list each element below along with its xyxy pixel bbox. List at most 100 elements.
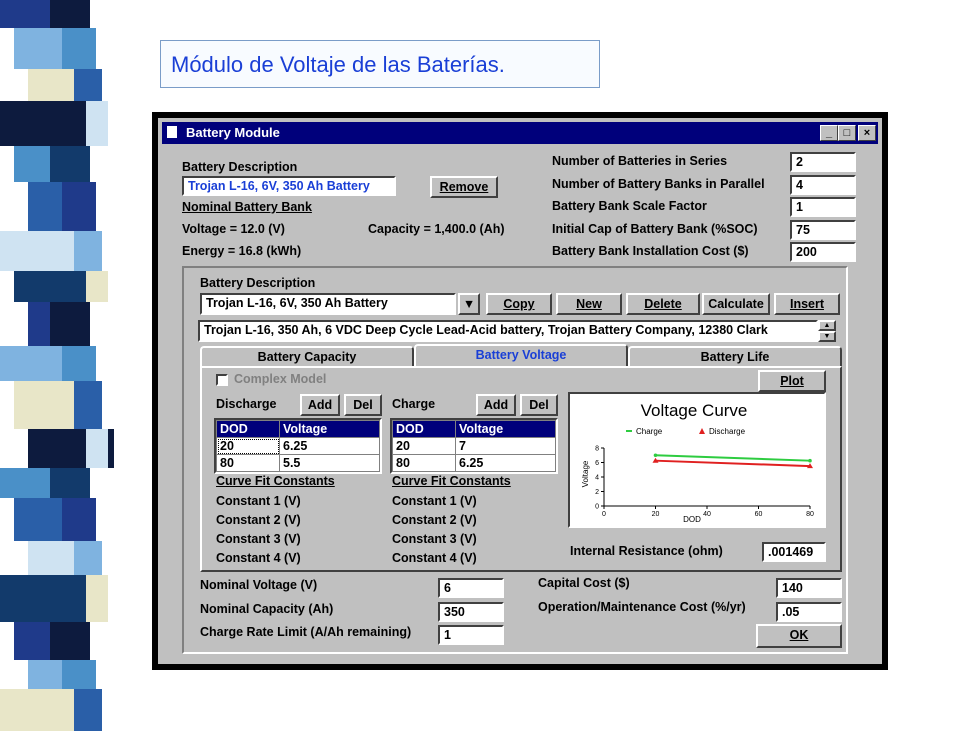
scale-factor-label: Battery Bank Scale Factor xyxy=(552,199,707,213)
table-row[interactable]: 80 6.25 xyxy=(392,454,556,472)
om-cost-label: Operation/Maintenance Cost (%/yr) xyxy=(538,600,746,614)
initial-cap-label: Initial Cap of Battery Bank (%SOC) xyxy=(552,222,758,236)
insert-button[interactable]: Insert xyxy=(774,293,840,315)
stripe-block xyxy=(0,101,86,146)
stripe-block xyxy=(62,660,96,689)
ok-button[interactable]: OK xyxy=(756,624,842,648)
charge-cell[interactable]: 6.25 xyxy=(455,454,556,472)
batteries-series-field[interactable]: 2 xyxy=(790,152,856,172)
charge-cell[interactable]: 80 xyxy=(392,454,456,472)
x-tick-label: 0 xyxy=(602,511,606,518)
initial-cap-field[interactable]: 75 xyxy=(790,220,856,240)
charge-add-button[interactable]: Add xyxy=(476,394,516,416)
data-point-charge xyxy=(808,458,812,463)
charge-table[interactable]: DOD Voltage 20 7 80 6.25 xyxy=(390,418,558,474)
copy-button[interactable]: Copy xyxy=(486,293,552,315)
window-titlebar[interactable]: Battery Module _ □ × xyxy=(162,122,878,144)
nominal-voltage-field[interactable]: 6 xyxy=(438,578,504,598)
chart-legend: Charge Discharge xyxy=(626,427,746,436)
combo-dropdown-button[interactable]: ▼ xyxy=(458,293,480,315)
new-button-label: New xyxy=(576,297,602,311)
installation-cost-field[interactable]: 200 xyxy=(790,242,856,262)
delete-button-label: Delete xyxy=(644,297,682,311)
x-tick-label: 20 xyxy=(652,511,660,518)
scroll-up-button[interactable]: ▲ xyxy=(818,320,836,331)
battery-long-description-field[interactable]: Trojan L-16, 350 Ah, 6 VDC Deep Cycle Le… xyxy=(198,320,818,342)
charge-constant-3: Constant 3 (V) xyxy=(392,532,477,546)
discharge-cell[interactable]: 6.25 xyxy=(279,437,380,455)
close-button[interactable]: × xyxy=(858,125,876,141)
capital-cost-label: Capital Cost ($) xyxy=(538,576,630,590)
tab-battery-capacity[interactable]: Battery Capacity xyxy=(200,346,414,368)
discharge-cell[interactable]: 5.5 xyxy=(279,454,380,472)
y-tick-label: 2 xyxy=(595,489,599,496)
series-line-discharge xyxy=(655,459,811,468)
charge-del-button[interactable]: Del xyxy=(520,394,558,416)
nominal-capacity-field[interactable]: 350 xyxy=(438,602,504,622)
charge-constant-4: Constant 4 (V) xyxy=(392,551,477,565)
table-row[interactable]: 80 5.5 xyxy=(216,454,380,472)
remove-button[interactable]: Remove xyxy=(430,176,498,198)
nominal-battery-bank-label: Nominal Battery Bank xyxy=(182,200,312,214)
legend-discharge-swatch xyxy=(699,428,705,434)
chevron-down-icon: ▼ xyxy=(462,297,476,311)
discharge-add-label: Add xyxy=(307,398,333,412)
stripe-block xyxy=(0,346,62,381)
charge-cell[interactable]: 20 xyxy=(392,437,456,455)
plot-button[interactable]: Plot xyxy=(758,370,826,392)
table-row[interactable]: 20 6.25 xyxy=(216,437,380,455)
internal-resistance-field[interactable]: .001469 xyxy=(762,542,826,562)
chart-title: Voltage Curve xyxy=(641,401,748,420)
stripe-block xyxy=(0,0,50,28)
minimize-button[interactable]: _ xyxy=(820,125,838,141)
series-line-charge xyxy=(655,454,811,462)
discharge-constant-4: Constant 4 (V) xyxy=(216,551,301,565)
discharge-curve-fit-label: Curve Fit Constants xyxy=(216,474,335,488)
stripe-block xyxy=(0,689,74,731)
window-title: Battery Module xyxy=(186,125,280,140)
remove-button-label: Remove xyxy=(439,180,489,194)
complex-model-label: Complex Model xyxy=(234,372,327,386)
copy-button-label: Copy xyxy=(503,297,535,311)
discharge-cell[interactable]: 80 xyxy=(216,454,280,472)
stripe-block xyxy=(0,575,86,622)
battery-combo-field[interactable]: Trojan L-16, 6V, 350 Ah Battery xyxy=(200,293,456,315)
stripe-block xyxy=(0,468,50,498)
discharge-del-label: Del xyxy=(353,398,373,412)
legend-discharge-label: Discharge xyxy=(709,427,746,436)
capacity-text: Capacity = 1,400.0 (Ah) xyxy=(368,222,505,236)
stripe-block xyxy=(62,28,96,69)
scale-factor-field[interactable]: 1 xyxy=(790,197,856,217)
discharge-del-button[interactable]: Del xyxy=(344,394,382,416)
delete-button[interactable]: Delete xyxy=(626,293,700,315)
discharge-table[interactable]: DOD Voltage 20 6.25 80 5.5 xyxy=(214,418,382,474)
calculate-button[interactable]: Calculate xyxy=(702,293,770,315)
maximize-button[interactable]: □ xyxy=(838,125,856,141)
battery-description-field[interactable]: Trojan L-16, 6V, 350 Ah Battery xyxy=(182,176,396,196)
stripe-block xyxy=(62,498,96,541)
charge-rate-field[interactable]: 1 xyxy=(438,625,504,645)
charge-col-voltage: Voltage xyxy=(455,420,556,438)
capital-cost-field[interactable]: 140 xyxy=(776,578,842,598)
data-point-charge xyxy=(653,453,658,458)
decorative-stripe-bar xyxy=(0,0,114,731)
banks-parallel-field[interactable]: 4 xyxy=(790,175,856,195)
discharge-col-dod: DOD xyxy=(216,420,280,438)
stripe-block xyxy=(50,468,90,498)
scroll-down-button[interactable]: ▼ xyxy=(818,331,836,342)
x-tick-label: 60 xyxy=(755,511,763,518)
complex-model-checkbox[interactable] xyxy=(216,374,228,386)
tab-battery-voltage[interactable]: Battery Voltage xyxy=(414,344,628,368)
battery-module-dialog: Battery Module _ □ × Battery Description… xyxy=(158,118,882,664)
discharge-add-button[interactable]: Add xyxy=(300,394,340,416)
tab-battery-life[interactable]: Battery Life xyxy=(628,346,842,368)
discharge-label: Discharge xyxy=(216,397,277,411)
discharge-col-voltage: Voltage xyxy=(279,420,380,438)
table-row[interactable]: 20 7 xyxy=(392,437,556,455)
om-cost-field[interactable]: .05 xyxy=(776,602,842,622)
new-button[interactable]: New xyxy=(556,293,622,315)
x-tick-label: 80 xyxy=(806,511,814,518)
charge-cell[interactable]: 7 xyxy=(455,437,556,455)
discharge-cell[interactable]: 20 xyxy=(216,437,280,455)
discharge-constant-1: Constant 1 (V) xyxy=(216,494,301,508)
